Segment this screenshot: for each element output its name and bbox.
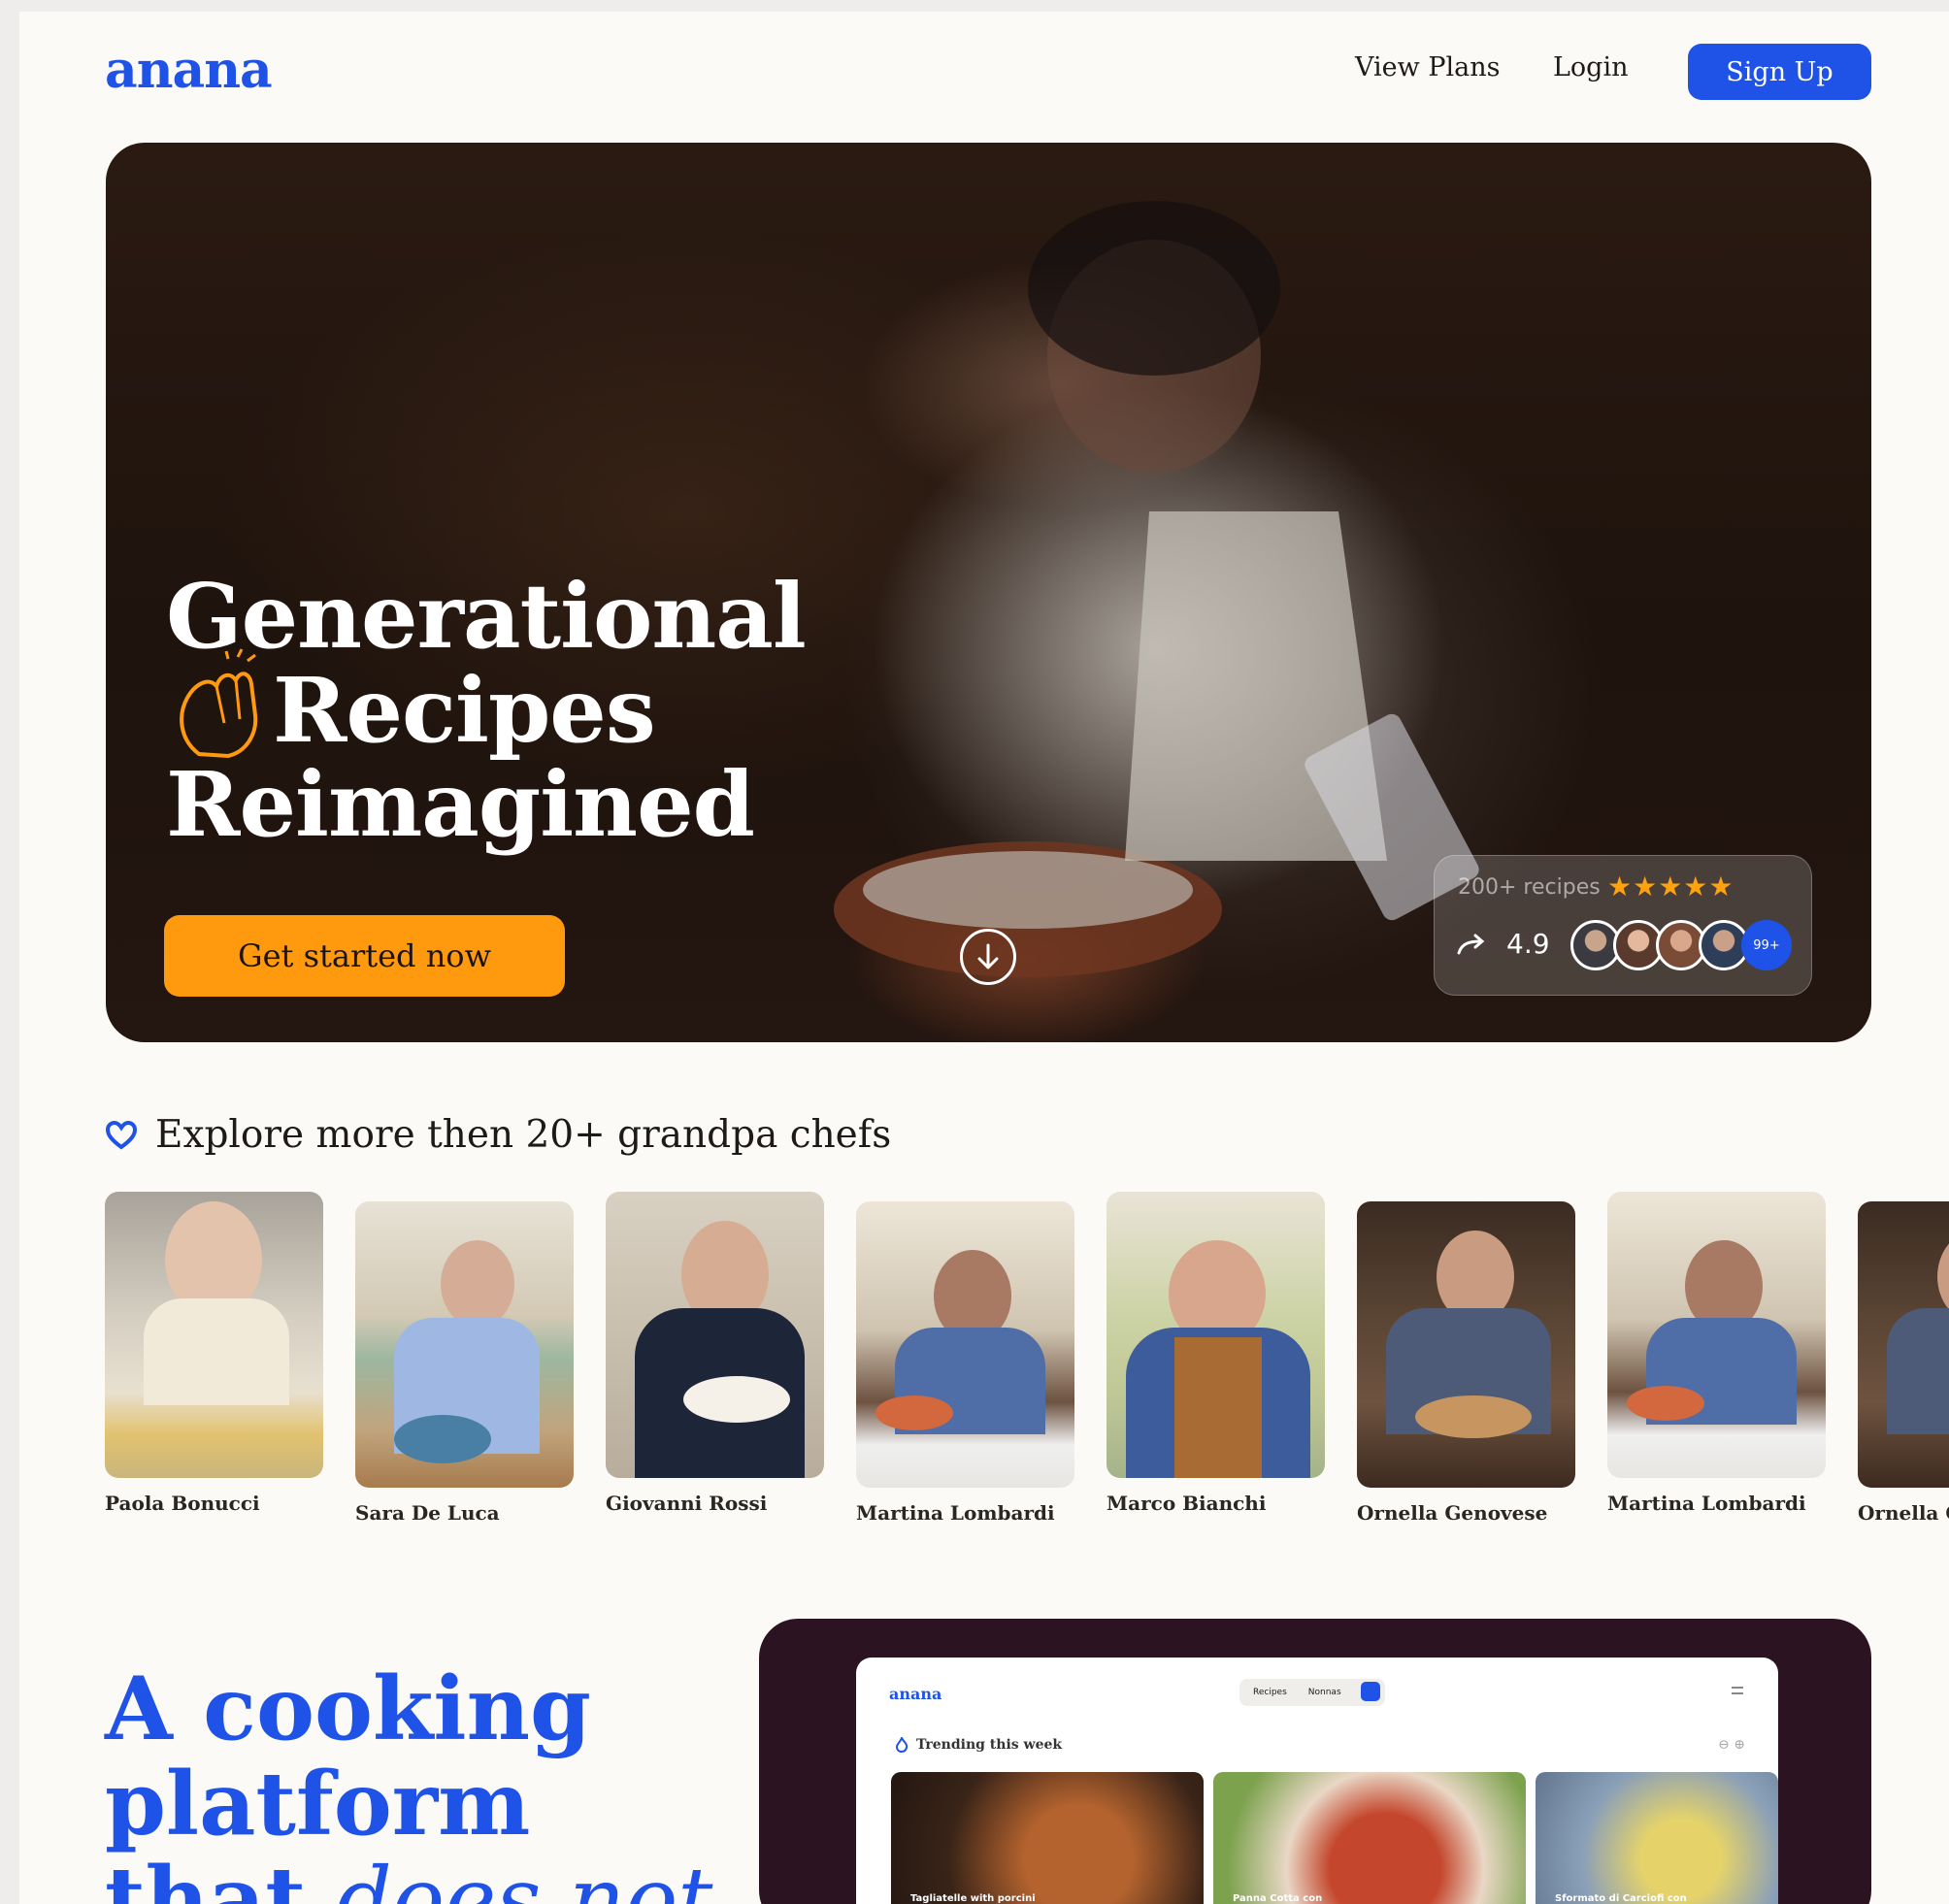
chef-name: Ornella G	[1858, 1501, 1949, 1525]
chef-photo	[1107, 1192, 1325, 1478]
chef-name: Ornella Genovese	[1357, 1501, 1548, 1525]
preview-recipe-card[interactable]: Sformato di Carciofi con	[1536, 1772, 1778, 1904]
preview-recipe-card[interactable]: Tagliatelle with porcini	[891, 1772, 1204, 1904]
platform-heading-emphasis: does not	[336, 1849, 713, 1904]
star-rating-icon: ★★★★★	[1607, 870, 1734, 903]
rating-score: 4.9	[1506, 928, 1550, 960]
rating-card: 200+ recipes ★★★★★ 4.9 99+	[1434, 855, 1812, 996]
view-plans-link[interactable]: View Plans	[1355, 52, 1500, 82]
chef-name: Paola Bonucci	[105, 1492, 260, 1515]
preview-recipe-card[interactable]: Panna Cotta con	[1213, 1772, 1526, 1904]
hero-banner: Generational Recipes Reimagined Get star…	[106, 143, 1871, 1042]
chef-photo	[1357, 1201, 1575, 1488]
signup-button[interactable]: Sign Up	[1688, 44, 1871, 100]
get-started-button[interactable]: Get started now	[164, 915, 565, 997]
platform-heading: A cooking platform that does not	[105, 1661, 712, 1904]
flame-icon	[895, 1737, 908, 1753]
chef-photo	[1858, 1201, 1949, 1488]
chef-card[interactable]: Martina Lombardi	[856, 1201, 1074, 1525]
chefs-section-heading: Explore more then 20+ grandpa chefs	[105, 1113, 891, 1157]
preview-trending-text: Trending this week	[916, 1737, 1063, 1753]
preview-carousel-arrows[interactable]: ⊖ ⊕	[1718, 1737, 1745, 1753]
platform-heading-line3: that does not	[105, 1852, 712, 1904]
chef-card[interactable]: Martina Lombardi	[1607, 1192, 1826, 1515]
preview-card-label: Sformato di Carciofi con	[1555, 1893, 1687, 1904]
platform-heading-word: that	[105, 1848, 306, 1904]
landing-page: anana View Plans Login Sign Up Generatio…	[19, 12, 1949, 1904]
chef-name: Martina Lombardi	[1607, 1492, 1806, 1515]
user-avatars: 99+	[1570, 920, 1792, 970]
app-preview-panel: anana Recipes Nonnas Trending this week …	[759, 1619, 1871, 1904]
chef-card[interactable]: Ornella G	[1858, 1201, 1949, 1525]
share-arrow-icon	[1457, 934, 1485, 955]
recipes-count: 200+ recipes	[1458, 875, 1601, 900]
chef-name: Marco Bianchi	[1107, 1492, 1267, 1515]
preview-card-label: Panna Cotta con	[1233, 1893, 1323, 1904]
chef-name: Martina Lombardi	[856, 1501, 1055, 1525]
platform-heading-line1: A cooking	[105, 1658, 591, 1760]
login-link[interactable]: Login	[1553, 52, 1629, 82]
chef-name: Giovanni Rossi	[606, 1492, 768, 1515]
more-avatars-badge: 99+	[1741, 920, 1792, 970]
preview-tab-recipes[interactable]: Recipes	[1253, 1688, 1287, 1697]
chef-photo	[1607, 1192, 1826, 1478]
chef-name: Sara De Luca	[355, 1501, 500, 1525]
arrow-down-icon	[977, 943, 999, 969]
preview-trending-heading: Trending this week	[895, 1737, 1062, 1753]
preview-logo: anana	[889, 1685, 942, 1703]
preview-search-icon[interactable]	[1361, 1682, 1380, 1701]
chef-photo	[105, 1192, 323, 1478]
chef-card[interactable]: Giovanni Rossi	[606, 1192, 824, 1515]
chef-photo	[606, 1192, 824, 1478]
preview-menu-icon[interactable]	[1732, 1687, 1743, 1694]
chef-card[interactable]: Ornella Genovese	[1357, 1201, 1575, 1525]
hero-title-line3: Reimagined	[166, 752, 755, 857]
preview-card-label: Tagliatelle with porcini	[910, 1893, 1036, 1904]
scroll-down-button[interactable]	[960, 929, 1016, 985]
chef-card[interactable]: Sara De Luca	[355, 1201, 574, 1525]
preview-tab-nonnas[interactable]: Nonnas	[1308, 1688, 1341, 1697]
platform-heading-line2: platform	[105, 1753, 531, 1855]
chefs-heading-text: Explore more then 20+ grandpa chefs	[155, 1113, 892, 1157]
chef-card[interactable]: Paola Bonucci	[105, 1192, 323, 1515]
brand-logo[interactable]: anana	[105, 41, 273, 100]
chef-photo	[856, 1201, 1074, 1488]
chef-card[interactable]: Marco Bianchi	[1107, 1192, 1325, 1515]
heart-icon	[105, 1120, 138, 1149]
chef-photo	[355, 1201, 574, 1488]
app-preview-window: anana Recipes Nonnas Trending this week …	[856, 1658, 1778, 1904]
pinch-hand-icon	[180, 648, 258, 759]
